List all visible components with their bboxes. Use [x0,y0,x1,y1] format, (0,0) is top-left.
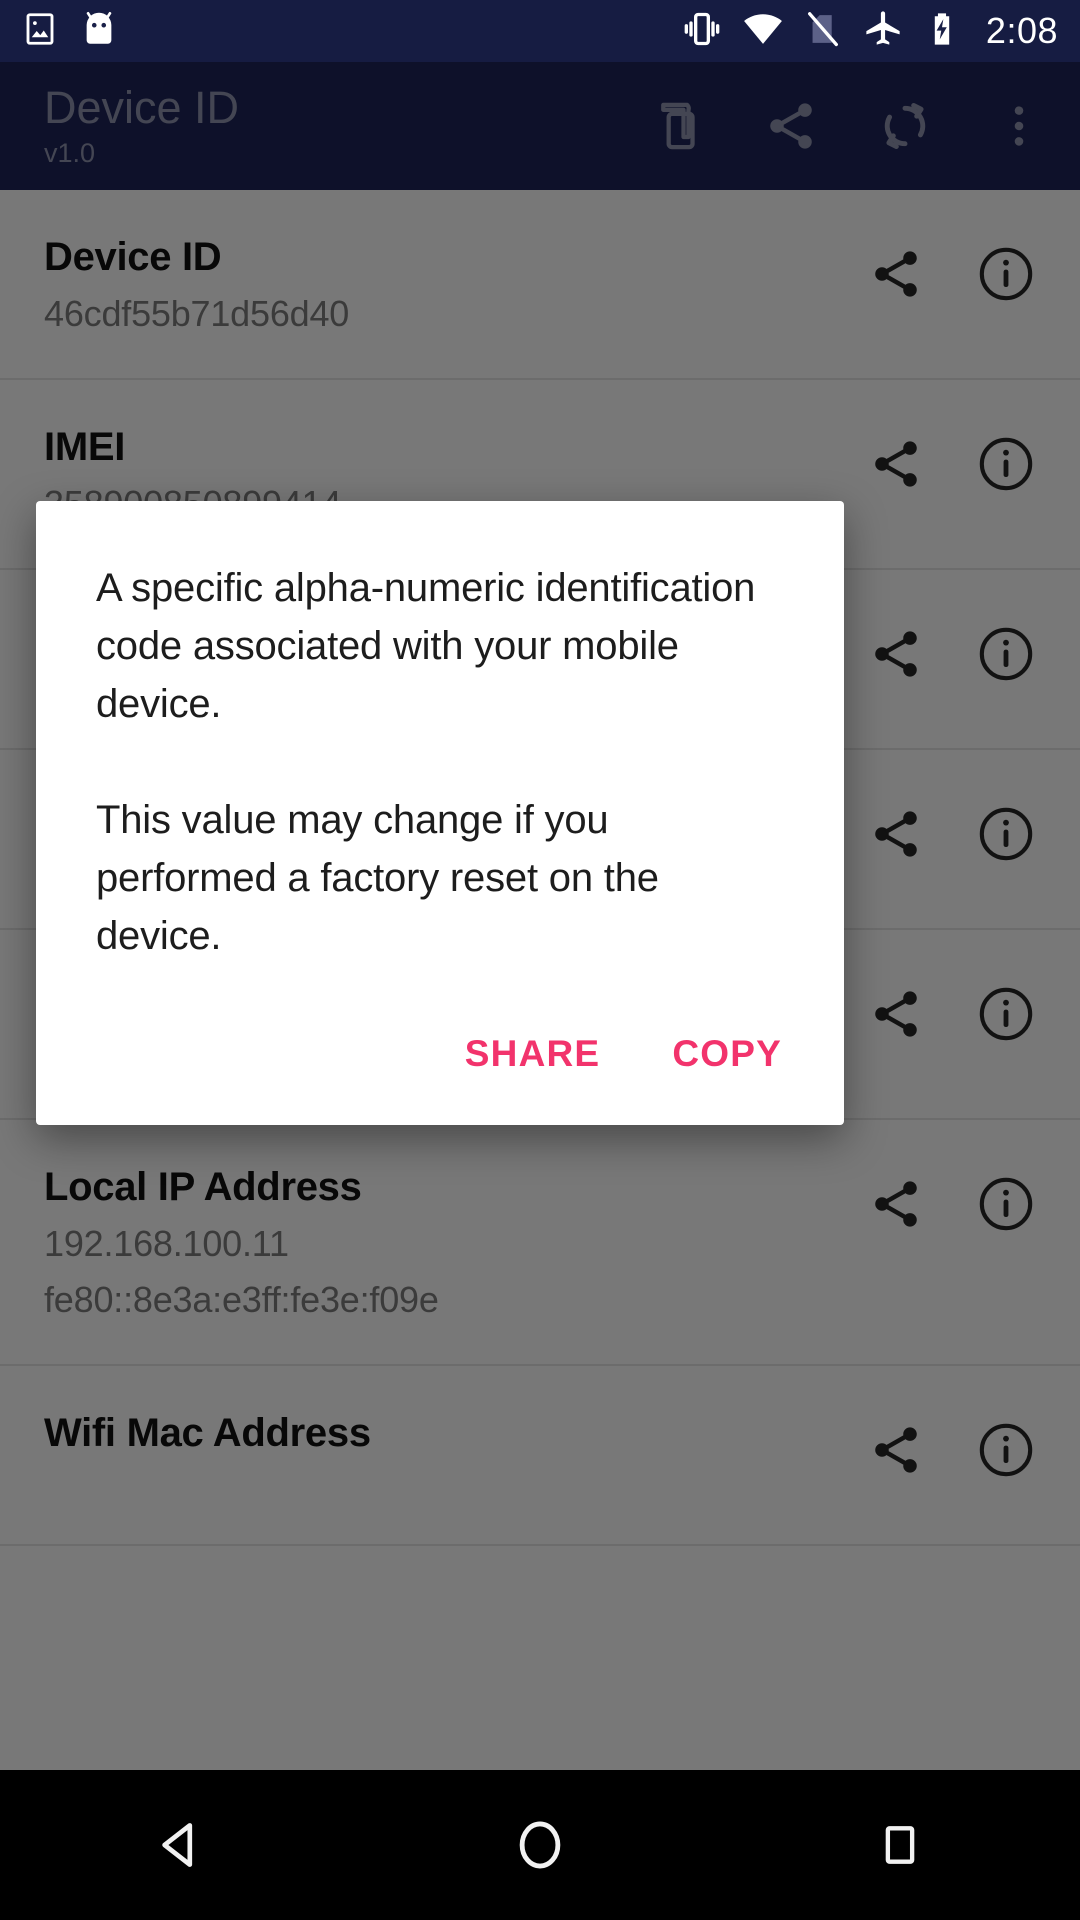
back-nav-icon[interactable] [105,1790,255,1900]
status-bar-system-icons: 2:08 [682,8,1058,55]
recents-nav-icon[interactable] [825,1790,975,1900]
system-navigation-bar [0,1770,1080,1920]
info-dialog: A specific alpha-numeric identification … [36,501,844,1125]
status-bar-clock: 2:08 [985,10,1058,51]
share-button[interactable]: SHARE [463,1027,603,1081]
dialog-actions: SHARE COPY [96,965,784,1125]
dialog-paragraph-2: This value may change if you performed a… [96,798,659,958]
no-sim-icon [804,10,842,53]
status-bar: 2:08 [0,0,1080,62]
airplane-mode-icon [862,8,904,55]
android-head-icon [80,10,118,53]
dialog-paragraph-1: A specific alpha-numeric identification … [96,566,756,726]
photo-icon [22,11,58,52]
copy-button[interactable]: COPY [670,1027,784,1081]
battery-charging-icon [924,11,960,52]
vibrate-icon [682,9,722,54]
status-bar-notifications [22,10,118,53]
home-nav-icon[interactable] [465,1790,615,1900]
wifi-icon [742,8,784,55]
device-screen: 2:08 Device ID v1.0 [0,0,1080,1920]
